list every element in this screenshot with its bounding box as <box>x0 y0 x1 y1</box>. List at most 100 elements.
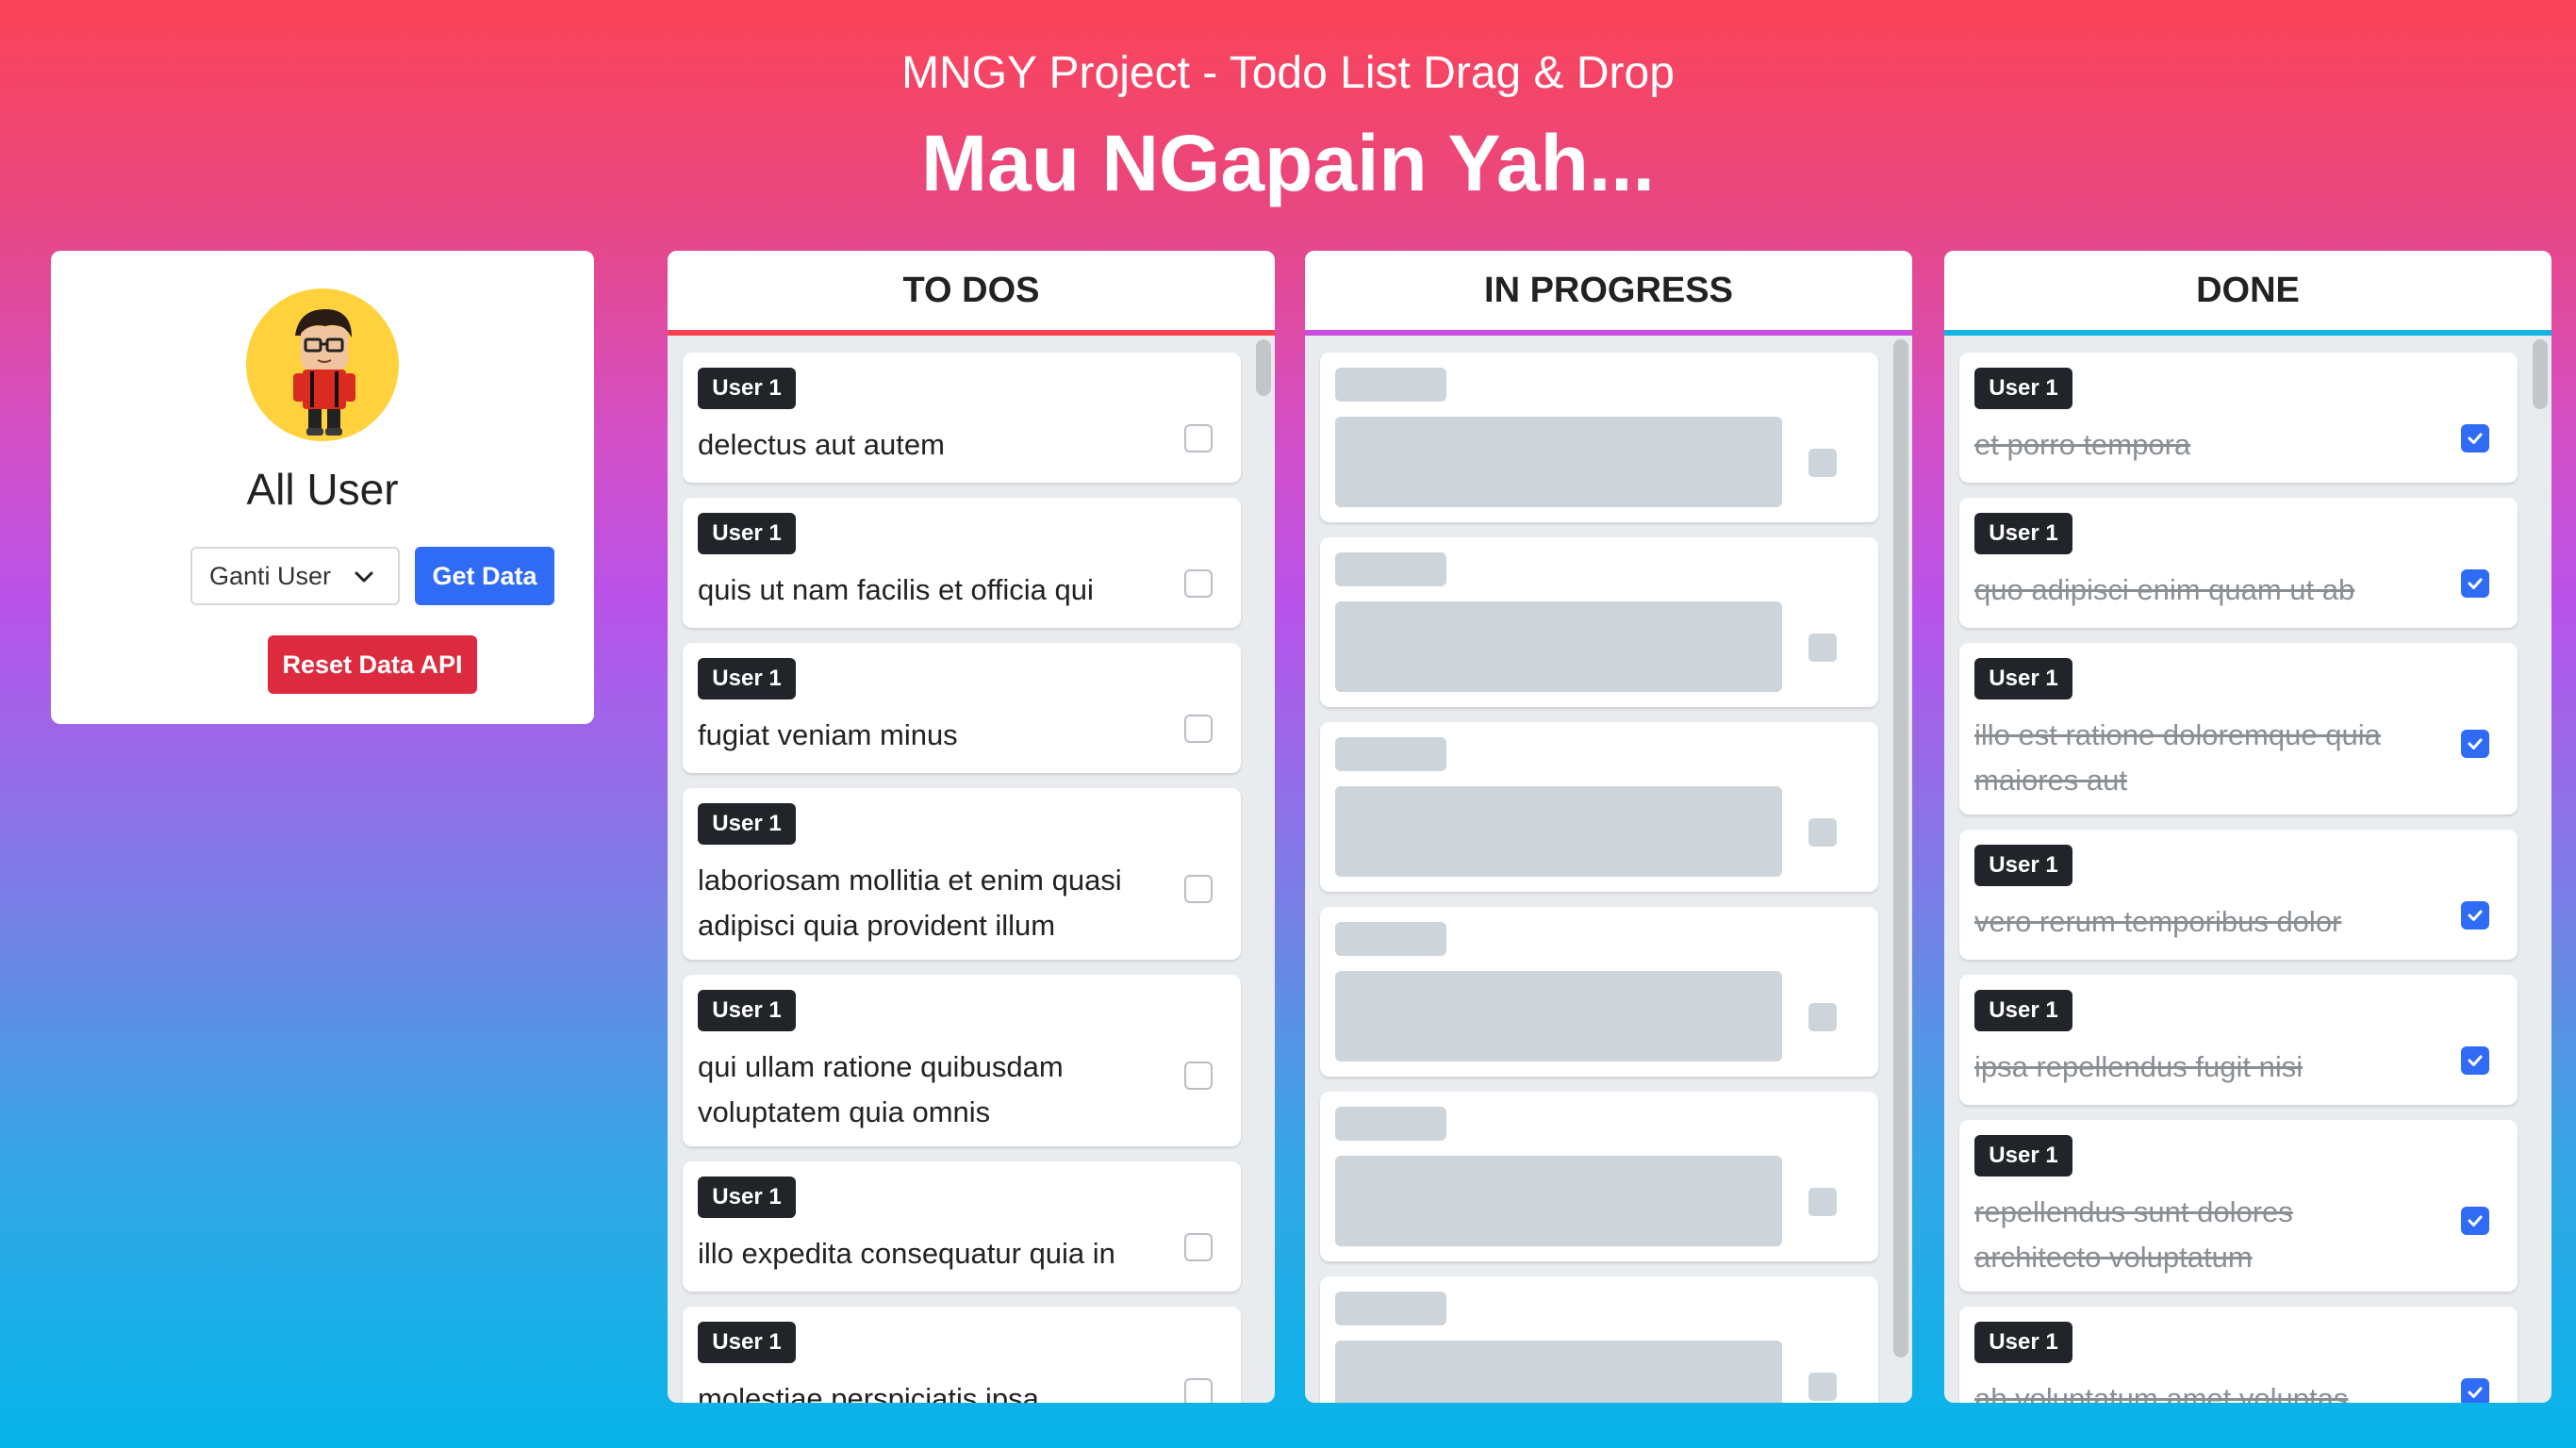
skeleton-badge <box>1335 552 1446 586</box>
task-text: ab voluptatum amet voluptas <box>1974 1382 2349 1403</box>
checkmark-icon <box>2468 910 2483 921</box>
checkmark-icon <box>2468 738 2483 749</box>
task-card[interactable]: User 1 ipsa repellendus fugit nisi <box>1959 975 2518 1105</box>
user-badge: User 1 <box>698 1322 796 1363</box>
user-badge: User 1 <box>1974 1322 2072 1363</box>
task-text: qui ullam ratione quibusdam voluptatem q… <box>698 1050 1064 1128</box>
avatar-character-icon <box>293 309 355 436</box>
reset-data-button[interactable]: Reset Data API <box>268 635 477 694</box>
task-card[interactable]: User 1 quis ut nam facilis et officia qui <box>683 498 1241 628</box>
user-badge: User 1 <box>698 368 796 409</box>
skeleton-badge <box>1335 1292 1446 1325</box>
task-text: illo expedita consequatur quia in <box>698 1237 1115 1270</box>
done-column[interactable]: DONE User 1 et porro tempora User 1 quo adi… <box>1944 251 2551 1403</box>
in-progress-column-title: IN PROGRESS <box>1305 251 1912 332</box>
skeleton-badge <box>1335 1107 1446 1141</box>
task-checkbox[interactable] <box>2461 569 2489 598</box>
skeleton-checkbox <box>1808 1003 1837 1031</box>
task-checkbox[interactable] <box>2461 730 2489 758</box>
task-checkbox[interactable] <box>2461 901 2489 930</box>
task-card[interactable]: User 1 qui ullam ratione quibusdam volupt… <box>683 975 1241 1146</box>
task-checkbox[interactable] <box>1184 1378 1213 1403</box>
task-card[interactable]: User 1 fugiat veniam minus <box>683 643 1241 773</box>
user-badge: User 1 <box>698 513 796 554</box>
skeleton-checkbox <box>1808 818 1837 847</box>
task-card[interactable]: User 1 vero rerum temporibus dolor <box>1959 830 2518 960</box>
skeleton-checkbox <box>1808 449 1837 477</box>
skeleton-card <box>1320 1092 1878 1261</box>
user-badge: User 1 <box>1974 845 2072 886</box>
task-card[interactable]: User 1 illo expedita consequatur quia in <box>683 1161 1241 1292</box>
task-text: quis ut nam facilis et officia qui <box>698 573 1094 606</box>
task-text: repellendus sunt dolores architecto volu… <box>1974 1195 2293 1274</box>
done-list: User 1 et porro tempora User 1 quo adipisci… <box>1944 336 2551 1403</box>
task-card[interactable]: User 1 molestiae perspiciatis ipsa <box>683 1307 1241 1403</box>
task-text: vero rerum temporibus dolor <box>1974 905 2342 938</box>
in-progress-scrollbar[interactable] <box>1893 339 1908 1358</box>
user-badge: User 1 <box>1974 658 2072 699</box>
user-badge: User 1 <box>698 1176 796 1218</box>
checkmark-icon <box>2468 1215 2483 1226</box>
in-progress-column[interactable]: IN PROGRESS <box>1305 251 1912 1403</box>
checkmark-icon <box>2468 1055 2483 1066</box>
chevron-down-icon <box>355 571 373 583</box>
user-badge: User 1 <box>698 658 796 699</box>
skeleton-checkbox <box>1808 634 1837 662</box>
user-badge: User 1 <box>1974 990 2072 1031</box>
skeleton-card <box>1320 537 1878 707</box>
done-column-title: DONE <box>1944 251 2551 332</box>
task-text: illo est ratione doloremque quia maiores… <box>1974 718 2381 797</box>
task-text: molestiae perspiciatis ipsa <box>698 1382 1039 1403</box>
task-checkbox[interactable] <box>1184 1061 1213 1090</box>
page-subtitle: MNGY Project - Todo List Drag & Drop <box>901 48 1675 98</box>
in-progress-list <box>1305 336 1912 1403</box>
task-checkbox[interactable] <box>1184 424 1213 452</box>
user-badge: User 1 <box>1974 513 2072 554</box>
todo-list: User 1 delectus aut autem User 1 quis ut na… <box>668 336 1275 1403</box>
skeleton-badge <box>1335 737 1446 771</box>
get-data-button[interactable]: Get Data <box>415 547 554 605</box>
checkmark-icon <box>2468 1387 2483 1398</box>
skeleton-card <box>1320 722 1878 892</box>
todo-scrollbar[interactable] <box>1256 339 1271 396</box>
skeleton-text <box>1335 601 1782 692</box>
task-card[interactable]: User 1 quo adipisci enim quam ut ab <box>1959 498 2518 628</box>
user-badge: User 1 <box>698 803 796 845</box>
task-checkbox[interactable] <box>2461 1378 2489 1403</box>
task-text: delectus aut autem <box>698 428 945 461</box>
skeleton-text <box>1335 971 1782 1061</box>
skeleton-checkbox <box>1808 1373 1837 1401</box>
task-checkbox[interactable] <box>1184 875 1213 903</box>
skeleton-text <box>1335 417 1782 507</box>
task-card[interactable]: User 1 laboriosam mollitia et enim quasi … <box>683 788 1241 960</box>
user-select-value: Ganti User <box>209 561 332 590</box>
task-card[interactable]: User 1 repellendus sunt dolores architect… <box>1959 1120 2518 1292</box>
user-badge: User 1 <box>1974 368 2072 409</box>
task-checkbox[interactable] <box>1184 569 1213 598</box>
task-checkbox[interactable] <box>2461 1207 2489 1235</box>
task-card[interactable]: User 1 ab voluptatum amet voluptas <box>1959 1307 2518 1403</box>
user-panel: All User Ganti User Get Data Reset Data … <box>51 251 594 724</box>
task-text: quo adipisci enim quam ut ab <box>1974 573 2355 606</box>
skeleton-checkbox <box>1808 1188 1837 1216</box>
todo-column[interactable]: TO DOS User 1 delectus aut autem User 1 qui… <box>668 251 1275 1403</box>
user-select[interactable]: Ganti User <box>190 547 400 605</box>
checkmark-icon <box>2468 433 2483 444</box>
user-badge: User 1 <box>698 990 796 1031</box>
skeleton-text <box>1335 786 1782 877</box>
task-text: et porro tempora <box>1974 428 2191 461</box>
skeleton-card <box>1320 1276 1878 1403</box>
task-text: ipsa repellendus fugit nisi <box>1974 1050 2304 1083</box>
task-card[interactable]: User 1 et porro tempora <box>1959 353 2518 483</box>
todo-column-title: TO DOS <box>668 251 1275 332</box>
done-scrollbar[interactable] <box>2533 339 2548 409</box>
task-checkbox[interactable] <box>2461 424 2489 452</box>
task-card[interactable]: User 1 illo est ratione doloremque quia m… <box>1959 643 2518 814</box>
skeleton-card <box>1320 353 1878 522</box>
user-name: All User <box>246 465 399 514</box>
task-text: laboriosam mollitia et enim quasi adipis… <box>698 864 1122 942</box>
task-card[interactable]: User 1 delectus aut autem <box>683 353 1241 483</box>
task-checkbox[interactable] <box>1184 715 1213 743</box>
task-checkbox[interactable] <box>2461 1046 2489 1075</box>
task-checkbox[interactable] <box>1184 1233 1213 1261</box>
